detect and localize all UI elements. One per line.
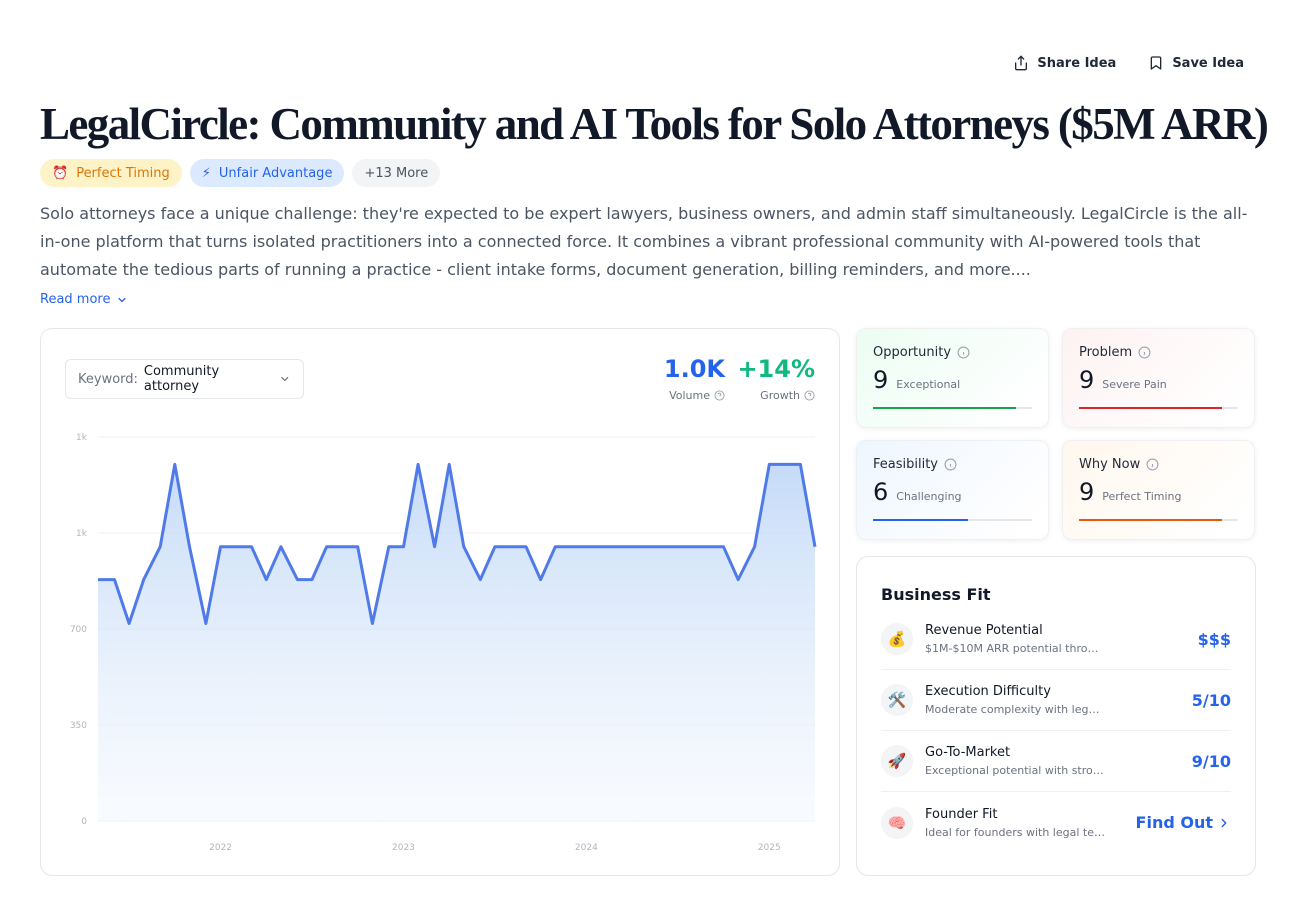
score-label: Feasibility: [873, 457, 938, 472]
save-idea-button[interactable]: Save Idea: [1148, 55, 1244, 71]
execution-difficulty-row[interactable]: 🛠️ Execution Difficulty Moderate complexi…: [881, 670, 1231, 731]
page-title: LegalCircle: Community and AI Tools for …: [40, 99, 1269, 149]
chevron-down-icon: [118, 297, 127, 302]
biz-sub: Ideal for founders with legal tech exper…: [925, 825, 1105, 839]
info-icon[interactable]: [944, 458, 957, 471]
alarm-clock-icon: ⏰: [52, 165, 69, 181]
biz-sub: Moderate complexity with legal-specific …: [925, 703, 1105, 716]
find-out-label: Find Out: [1135, 813, 1213, 832]
biz-name: Execution Difficulty: [925, 684, 1051, 699]
business-fit-card: Business Fit 💰 Revenue Potential $1M-$10M…: [856, 556, 1256, 876]
score-value: 6: [873, 478, 889, 506]
money-bag-icon: 💰: [881, 623, 913, 655]
feasibility-score-card[interactable]: Feasibility 6 Challenging: [856, 440, 1049, 540]
share-idea-button[interactable]: Share Idea: [1013, 55, 1116, 71]
tag-label: Perfect Timing: [76, 165, 170, 181]
x-tick-label: 2024: [575, 843, 598, 853]
go-to-market-row[interactable]: 🚀 Go-To-Market Exceptional potential with…: [881, 731, 1231, 792]
x-tick-label: 2022: [209, 843, 232, 853]
score-bar: [1079, 519, 1238, 521]
x-tick-label: 2023: [392, 843, 415, 853]
tag-perfect-timing[interactable]: ⏰ Perfect Timing: [40, 159, 182, 187]
chevron-right-icon: [1221, 818, 1227, 827]
y-tick-label: 0: [81, 817, 87, 827]
score-bar-fill: [1079, 519, 1223, 521]
biz-sub: $1M-$10M ARR potential through subscript…: [925, 642, 1105, 655]
trend-area-chart: 0 350 700 1k 1k 2022 2023 2024 2025: [70, 433, 817, 853]
save-idea-label: Save Idea: [1172, 55, 1244, 71]
score-text: Exceptional: [896, 378, 961, 391]
brain-icon: 🧠: [881, 806, 913, 839]
read-more-link[interactable]: Read more: [40, 292, 128, 307]
score-bar-fill: [1079, 407, 1223, 409]
tag-list: ⏰ Perfect Timing ⚡ Unfair Advantage +13 …: [40, 159, 441, 187]
biz-sub: Exceptional potential with strong commun…: [925, 764, 1105, 777]
y-tick-label: 1k: [76, 529, 88, 539]
tag-unfair-advantage[interactable]: ⚡ Unfair Advantage: [189, 159, 345, 187]
y-tick-label: 700: [70, 625, 87, 635]
score-text: Severe Pain: [1102, 378, 1167, 391]
x-tick-label: 2025: [758, 843, 781, 853]
biz-value: $$$: [1197, 629, 1231, 649]
lightning-icon: ⚡: [201, 165, 211, 181]
y-tick-label: 1k: [76, 433, 88, 443]
share-icon: [1015, 55, 1028, 71]
biz-name: Revenue Potential: [925, 623, 1043, 638]
revenue-potential-row[interactable]: 💰 Revenue Potential $1M-$10M ARR potentia…: [881, 609, 1231, 670]
idea-description: Solo attorneys face a unique challenge: …: [40, 204, 1248, 279]
info-icon[interactable]: [1138, 346, 1151, 359]
biz-value: 5/10: [1191, 690, 1231, 710]
score-bar-fill: [873, 407, 1017, 409]
read-more-label: Read more: [40, 292, 111, 307]
score-text: Challenging: [896, 490, 962, 503]
score-label: Opportunity: [873, 345, 952, 360]
trend-chart-card: Keyword: Community attorney 1.0K Volume …: [40, 328, 840, 876]
score-bar: [873, 519, 1032, 521]
score-value: 9: [1079, 366, 1095, 394]
founder-fit-row[interactable]: 🧠 Founder Fit Ideal for founders with leg…: [881, 792, 1231, 853]
biz-name: Go-To-Market: [925, 745, 1011, 760]
score-value: 9: [873, 366, 889, 394]
why-now-score-card[interactable]: Why Now 9 Perfect Timing: [1062, 440, 1255, 540]
score-label: Why Now: [1079, 457, 1141, 472]
tag-label: Unfair Advantage: [218, 165, 333, 181]
info-icon[interactable]: [1146, 458, 1159, 471]
bookmark-icon: [1150, 56, 1162, 70]
score-value: 9: [1079, 478, 1095, 506]
opportunity-score-card[interactable]: Opportunity 9 Exceptional: [856, 328, 1049, 428]
score-label: Problem: [1079, 345, 1133, 360]
trend-area-fill: [98, 464, 815, 821]
score-bar: [873, 407, 1032, 409]
score-bar: [1079, 407, 1238, 409]
tag-label: +13 More: [364, 165, 429, 181]
biz-name: Founder Fit: [925, 806, 998, 822]
share-idea-label: Share Idea: [1037, 55, 1117, 71]
top-actions: Share Idea Save Idea: [1013, 55, 1244, 71]
tag-more-button[interactable]: +13 More: [352, 159, 441, 187]
find-out-button[interactable]: Find Out: [1136, 813, 1231, 832]
tools-icon: 🛠️: [881, 684, 913, 716]
info-icon[interactable]: [957, 346, 970, 359]
problem-score-card[interactable]: Problem 9 Severe Pain: [1062, 328, 1255, 428]
score-bar-fill: [873, 519, 969, 521]
score-text: Perfect Timing: [1102, 490, 1182, 503]
rocket-icon: 🚀: [881, 745, 913, 777]
y-tick-label: 350: [70, 721, 87, 731]
business-fit-title: Business Fit: [881, 585, 991, 604]
biz-value: 9/10: [1191, 751, 1231, 771]
